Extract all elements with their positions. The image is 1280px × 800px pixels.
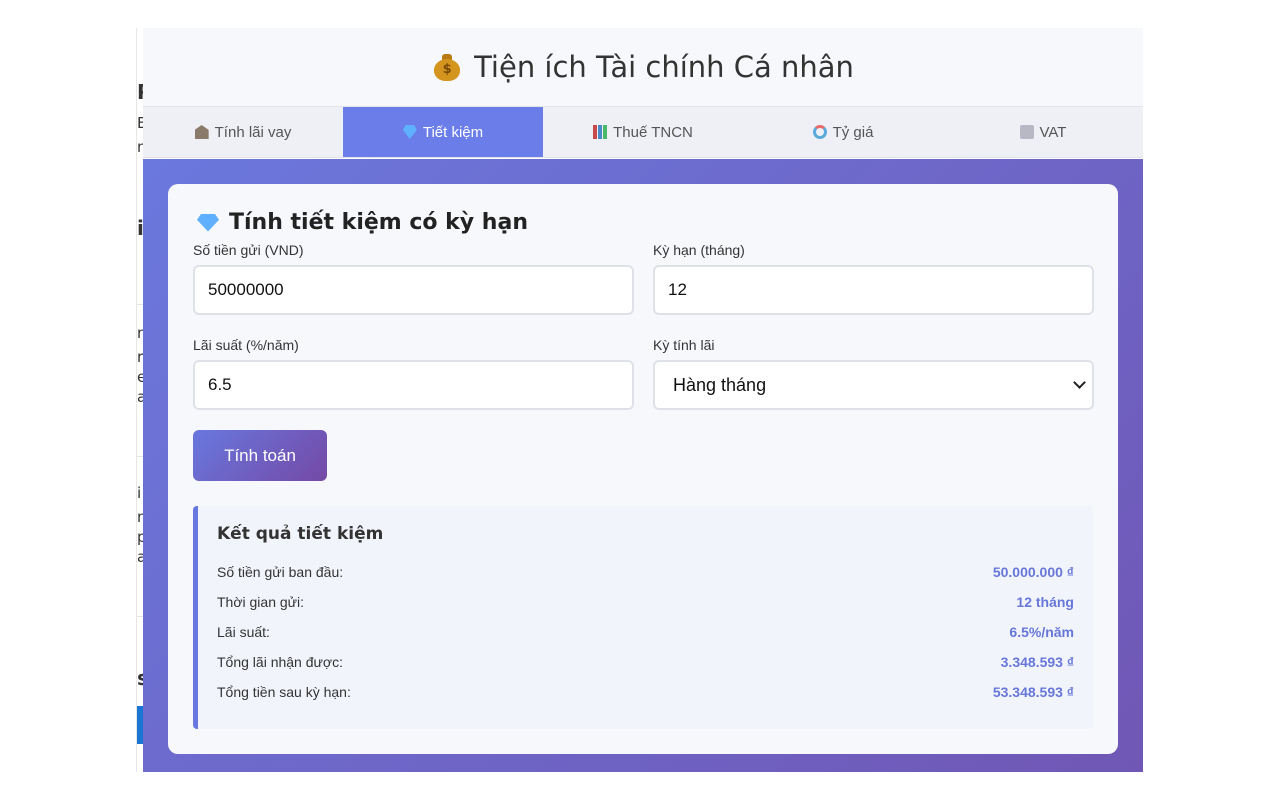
result-row: Lãi suất: 6.5%/năm xyxy=(217,617,1074,647)
form-title: Tính tiết kiệm có kỳ hạn xyxy=(197,210,1093,235)
page-title: $ Tiện ích Tài chính Cá nhân xyxy=(432,50,854,84)
result-value: 50.000.000 ₫ xyxy=(992,564,1074,580)
period-field: Kỳ tính lãi Hàng tháng xyxy=(653,337,1094,410)
tab-loan-interest[interactable]: Tính lãi vay xyxy=(143,107,343,157)
widget-header: $ Tiện ích Tài chính Cá nhân xyxy=(143,28,1143,107)
rate-input[interactable]: 6.5 xyxy=(193,360,634,410)
result-label: Tổng tiền sau kỳ hạn: xyxy=(217,684,351,700)
tab-exchange-rate[interactable]: Tỷ giá xyxy=(743,107,943,157)
tab-income-tax[interactable]: Thuế TNCN xyxy=(543,107,743,157)
result-value: 12 tháng xyxy=(1016,594,1074,610)
rate-label: Lãi suất (%/năm) xyxy=(193,337,299,353)
bar-chart-icon xyxy=(593,125,608,139)
result-row: Số tiền gửi ban đầu: 50.000.000 ₫ xyxy=(217,557,1074,587)
tab-bar: Tính lãi vay Tiết kiệm Thuế TNCN Tỷ giá … xyxy=(143,107,1143,158)
page-title-text: Tiện ích Tài chính Cá nhân xyxy=(474,50,854,84)
result-value: 6.5%/năm xyxy=(1009,624,1074,640)
finance-widget: $ Tiện ích Tài chính Cá nhân Tính lãi va… xyxy=(143,28,1143,772)
result-row: Thời gian gửi: 12 tháng xyxy=(217,587,1074,617)
deposit-input[interactable]: 50000000 xyxy=(193,265,634,315)
deposit-label: Số tiền gửi (VND) xyxy=(193,242,304,258)
form-title-text: Tính tiết kiệm có kỳ hạn xyxy=(229,210,528,235)
bank-icon xyxy=(194,125,209,139)
content-area: Tính tiết kiệm có kỳ hạn Số tiền gửi (VN… xyxy=(143,159,1143,772)
document-icon xyxy=(1019,125,1034,139)
tab-vat[interactable]: VAT xyxy=(943,107,1143,157)
tab-label: Thuế TNCN xyxy=(613,123,693,141)
result-label: Số tiền gửi ban đầu: xyxy=(217,564,344,580)
result-row: Tổng tiền sau kỳ hạn: 53.348.593 ₫ xyxy=(217,677,1074,707)
tab-label: VAT xyxy=(1039,123,1067,141)
gem-icon xyxy=(197,213,219,232)
result-label: Tổng lãi nhận được: xyxy=(217,654,343,670)
result-title: Kết quả tiết kiệm xyxy=(217,524,384,544)
chevron-down-icon xyxy=(1073,376,1086,389)
money-bag-icon: $ xyxy=(432,52,462,82)
result-value: 53.348.593 ₫ xyxy=(992,684,1074,700)
exchange-icon xyxy=(812,125,827,139)
calculate-button[interactable]: Tính toán xyxy=(193,430,327,481)
tab-savings[interactable]: Tiết kiệm xyxy=(343,107,543,157)
tab-label: Tỷ giá xyxy=(832,123,874,141)
tab-label: Tiết kiệm xyxy=(422,123,484,141)
result-panel: Kết quả tiết kiệm Số tiền gửi ban đầu: 5… xyxy=(193,506,1093,729)
period-select[interactable]: Hàng tháng xyxy=(653,360,1094,410)
term-input[interactable]: 12 xyxy=(653,265,1094,315)
result-value: 3.348.593 ₫ xyxy=(1000,654,1074,670)
term-field: Kỳ hạn (tháng) 12 xyxy=(653,242,1094,315)
tab-label: Tính lãi vay xyxy=(214,123,292,141)
rate-field: Lãi suất (%/năm) 6.5 xyxy=(193,337,634,410)
background-text: i xyxy=(137,484,142,502)
period-select-value: Hàng tháng xyxy=(673,374,767,395)
term-label: Kỳ hạn (tháng) xyxy=(653,242,745,258)
result-row: Tổng lãi nhận được: 3.348.593 ₫ xyxy=(217,647,1074,677)
result-label: Thời gian gửi: xyxy=(217,594,305,610)
gem-icon xyxy=(402,125,417,139)
period-label: Kỳ tính lãi xyxy=(653,337,715,353)
savings-card: Tính tiết kiệm có kỳ hạn Số tiền gửi (VN… xyxy=(168,184,1118,754)
deposit-field: Số tiền gửi (VND) 50000000 xyxy=(193,242,634,315)
result-label: Lãi suất: xyxy=(217,624,270,640)
